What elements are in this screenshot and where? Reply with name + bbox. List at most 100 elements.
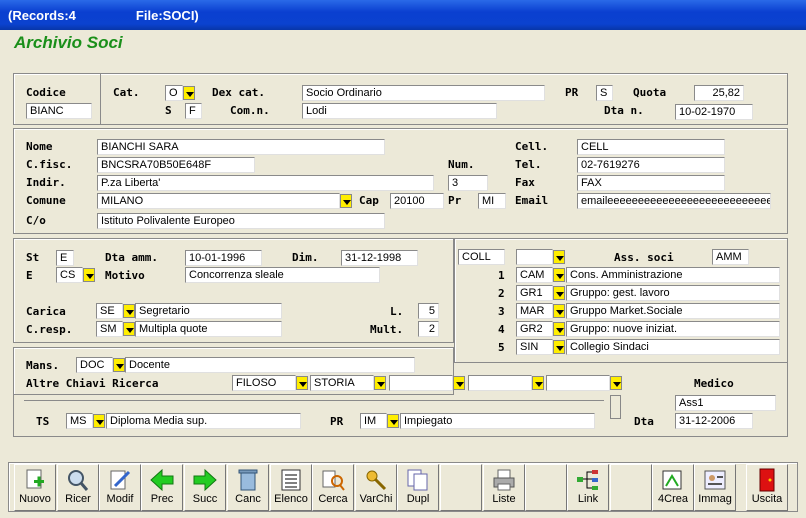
mans-label: Mans. [26, 359, 60, 372]
4crea-button[interactable]: 4Crea [652, 464, 694, 511]
cresp-dropdown-icon[interactable] [123, 322, 135, 336]
dtan-field[interactable]: 10-02-1970 [675, 104, 753, 120]
app-title: Archivio Soci [14, 33, 123, 52]
key5-dropdown-icon[interactable] [610, 376, 622, 390]
tel-field[interactable]: 02-7619276 [577, 157, 725, 173]
liste-button[interactable]: Liste [483, 464, 525, 511]
cat-dropdown-icon[interactable] [183, 86, 195, 100]
key2-field[interactable]: STORIA [310, 375, 374, 391]
empty-button[interactable] [440, 464, 482, 511]
st-field[interactable]: E [56, 250, 74, 266]
assoc-row-number: 5 [498, 341, 505, 354]
quota-field[interactable]: 25,82 [694, 85, 744, 101]
key3-dropdown-icon[interactable] [453, 376, 465, 390]
e-dropdown-icon[interactable] [83, 268, 95, 282]
nome-field[interactable]: BIANCHI SARA [97, 139, 385, 155]
nuovo-button[interactable]: Nuovo [14, 464, 56, 511]
assoc-row-dropdown-icon[interactable] [553, 322, 565, 336]
assoc-row-code[interactable]: MAR [516, 303, 553, 319]
carica-code-field[interactable]: SE [96, 303, 123, 319]
canc-button[interactable]: Canc [227, 464, 269, 511]
immag-button[interactable]: Immag [694, 464, 736, 511]
cap-field[interactable]: 20100 [390, 193, 444, 209]
assoc-row-desc[interactable]: Collegio Sindaci [566, 339, 780, 355]
ts-field[interactable]: Diploma Media sup. [106, 413, 301, 429]
assoc-row-desc[interactable]: Gruppo Market.Sociale [566, 303, 780, 319]
email-field[interactable]: emaileeeeeeeeeeeeeeeeeeeeeeeeeee [577, 193, 771, 209]
mans-code-field[interactable]: DOC [76, 357, 113, 373]
key2-dropdown-icon[interactable] [374, 376, 386, 390]
assoc-row-desc[interactable]: Cons. Amministrazione [566, 267, 780, 283]
cerca-button[interactable]: Cerca [312, 464, 354, 511]
empty-button[interactable] [610, 464, 652, 511]
prec-button[interactable]: Prec [141, 464, 183, 511]
assoc-row-code[interactable]: GR1 [516, 285, 553, 301]
amm-field[interactable]: AMM [712, 249, 749, 265]
pr-field-bottom[interactable]: Impiegato [400, 413, 595, 429]
assoc-blank-dropdown-icon[interactable] [553, 250, 565, 264]
assoc-row-desc[interactable]: Gruppo: gest. lavoro [566, 285, 780, 301]
fax-field[interactable]: FAX [577, 175, 725, 191]
mult-field[interactable]: 2 [418, 321, 439, 337]
assoc-row-dropdown-icon[interactable] [553, 340, 565, 354]
carica-field[interactable]: Segretario [135, 303, 282, 319]
carica-dropdown-icon[interactable] [123, 304, 135, 318]
cfisc-field[interactable]: BNCSRA70B50E648F [97, 157, 255, 173]
elenco-button[interactable]: Elenco [270, 464, 312, 511]
pr-field-anag[interactable]: MI [478, 193, 506, 209]
indir-field[interactable]: P.za Liberta' [97, 175, 434, 191]
coll-field[interactable]: COLL [458, 249, 505, 265]
pr-code-field[interactable]: IM [360, 413, 387, 429]
assoc-row-desc[interactable]: Gruppo: nuove iniziat. [566, 321, 780, 337]
dtaamm-field[interactable]: 10-01-1996 [185, 250, 262, 266]
co-field[interactable]: Istituto Polivalente Europeo [97, 213, 385, 229]
modif-button[interactable]: Modif [99, 464, 141, 511]
varchi-button[interactable]: VarChi [355, 464, 397, 511]
key5-field[interactable] [546, 375, 610, 391]
key3-field[interactable] [389, 375, 453, 391]
comune-dropdown-icon[interactable] [340, 194, 352, 208]
assoc-row-dropdown-icon[interactable] [553, 304, 565, 318]
mans-dropdown-icon[interactable] [113, 358, 125, 372]
dta-field[interactable]: 31-12-2006 [675, 413, 753, 429]
ricer-button[interactable]: Ricer [57, 464, 99, 511]
empty-button[interactable] [525, 464, 567, 511]
dim-field[interactable]: 31-12-1998 [341, 250, 418, 266]
pr-field[interactable]: S [596, 85, 613, 101]
key4-field[interactable] [468, 375, 532, 391]
key1-field[interactable]: FILOSO [232, 375, 296, 391]
ts-dropdown-icon[interactable] [93, 414, 105, 428]
e-field[interactable]: CS [56, 267, 83, 283]
num-field[interactable]: 3 [448, 175, 488, 191]
dupl-button[interactable]: Dupl [397, 464, 439, 511]
mans-field[interactable]: Docente [125, 357, 415, 373]
scroll-handle[interactable] [610, 395, 621, 419]
tel-label: Tel. [515, 158, 542, 171]
key4-dropdown-icon[interactable] [532, 376, 544, 390]
cresp-code-field[interactable]: SM [96, 321, 123, 337]
uscita-button[interactable]: Uscita [746, 464, 788, 511]
comune-field[interactable]: MILANO [97, 193, 340, 209]
cell-field[interactable]: CELL [577, 139, 725, 155]
assoc-row-dropdown-icon[interactable] [553, 268, 565, 282]
ts-code-field[interactable]: MS [66, 413, 93, 429]
duplicate-icon [407, 469, 428, 491]
assoc-blank-field[interactable] [516, 249, 553, 265]
l-field[interactable]: 5 [418, 303, 439, 319]
key1-dropdown-icon[interactable] [296, 376, 308, 390]
codice-field[interactable]: BIANC [26, 103, 92, 119]
s-field[interactable]: F [185, 103, 202, 119]
pr-dropdown-icon[interactable] [387, 414, 399, 428]
link-button[interactable]: Link [567, 464, 609, 511]
assoc-row-dropdown-icon[interactable] [553, 286, 565, 300]
cresp-field[interactable]: Multipla quote [135, 321, 282, 337]
comn-field[interactable]: Lodi [302, 103, 497, 119]
assoc-row-code[interactable]: SIN [516, 339, 553, 355]
medico-field[interactable]: Ass1 [675, 395, 776, 411]
motivo-field[interactable]: Concorrenza sleale [185, 267, 380, 283]
dexcat-field[interactable]: Socio Ordinario [302, 85, 545, 101]
assoc-row-code[interactable]: GR2 [516, 321, 553, 337]
assoc-row-code[interactable]: CAM [516, 267, 553, 283]
cat-field[interactable]: O [165, 85, 183, 101]
succ-button[interactable]: Succ [184, 464, 226, 511]
